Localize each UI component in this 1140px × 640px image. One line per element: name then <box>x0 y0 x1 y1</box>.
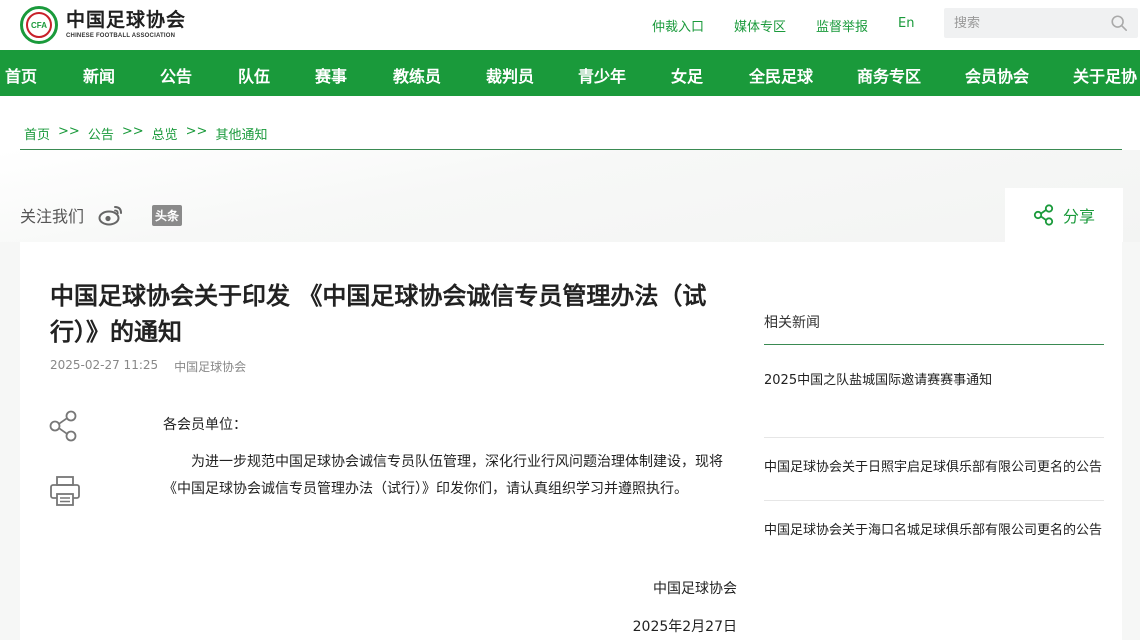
nav-youth[interactable]: 青少年 <box>578 63 626 87</box>
breadcrumb-sep: >> <box>121 124 144 139</box>
nav-news[interactable]: 新闻 <box>83 63 115 87</box>
search-box <box>944 8 1138 38</box>
top-link-english[interactable]: En <box>898 16 914 35</box>
share-label: 分享 <box>1062 207 1095 226</box>
toutiao-icon[interactable]: 头条 <box>152 204 183 226</box>
main-nav: 首页 新闻 公告 队伍 赛事 教练员 裁判员 青少年 女足 全民足球 商务专区 … <box>0 50 1140 96</box>
cfa-logo[interactable]: CFA 中国足球协会 CHINESE FOOTBALL ASSOCIATION <box>20 6 186 44</box>
breadcrumb-notices[interactable]: 公告 <box>88 124 114 143</box>
nav-coaches[interactable]: 教练员 <box>393 63 441 87</box>
nav-teams[interactable]: 队伍 <box>238 63 270 87</box>
breadcrumb-other-notices[interactable]: 其他通知 <box>215 124 267 143</box>
breadcrumb-divider <box>20 149 1122 150</box>
top-links: 仲裁入口 媒体专区 监督举报 En <box>652 16 945 35</box>
article-source: 中国足球协会 <box>174 360 247 374</box>
article-body: 各会员单位： 为进一步规范中国足球协会诚信专员队伍管理，深化行业行风问题治理体制… <box>163 412 737 503</box>
related-news-item[interactable]: 中国足球协会关于海口名城足球俱乐部有限公司更名的公告 <box>764 501 1104 563</box>
search-input[interactable] <box>944 15 1104 31</box>
article-paragraph: 为进一步规范中国足球协会诚信专员队伍管理，深化行业行风问题治理体制建设，现将《中… <box>163 454 723 497</box>
logo-title: 中国足球协会 <box>66 9 187 31</box>
signature-date: 2025年2月27日 <box>632 619 737 635</box>
nav-member-associations[interactable]: 会员协会 <box>965 63 1029 87</box>
emblem-text: CFA <box>31 20 47 30</box>
nav-events[interactable]: 赛事 <box>315 63 347 87</box>
related-news: 相关新闻 2025中国之队盐城国际邀请赛赛事通知 中国足球协会关于日照宇启足球俱… <box>764 312 1104 563</box>
related-news-item[interactable]: 2025中国之队盐城国际邀请赛赛事通知 <box>764 345 1104 438</box>
nav-notices[interactable]: 公告 <box>160 63 192 87</box>
nav-grassroots[interactable]: 全民足球 <box>749 63 813 87</box>
related-news-title: 相关新闻 <box>764 312 1104 345</box>
nav-about[interactable]: 关于足协 <box>1073 63 1137 87</box>
article-card: 中国足球协会关于印发 《中国足球协会诚信专员管理办法（试行）》的通知 2025-… <box>20 242 1122 640</box>
top-header: CFA 中国足球协会 CHINESE FOOTBALL ASSOCIATION … <box>0 0 1140 50</box>
nav-home[interactable]: 首页 <box>5 63 37 87</box>
breadcrumb-sep: >> <box>58 124 80 139</box>
logo-subtitle: CHINESE FOOTBALL ASSOCIATION <box>66 33 176 39</box>
share-icon <box>1033 204 1054 226</box>
breadcrumb-sep: >> <box>185 124 208 139</box>
top-link-report[interactable]: 监督举报 <box>816 16 868 35</box>
nav-referees[interactable]: 裁判员 <box>486 63 534 87</box>
follow-us-bar: 关注我们 头条 <box>20 203 183 227</box>
share-button[interactable]: 分享 <box>1005 188 1123 242</box>
search-icon[interactable] <box>1110 14 1128 32</box>
follow-us-label: 关注我们 <box>20 207 85 226</box>
article-date: 2025-02-27 11:25 <box>50 358 159 372</box>
article-meta: 2025-02-27 11:25 中国足球协会 <box>50 358 246 375</box>
print-icon[interactable] <box>48 474 82 508</box>
breadcrumb: 首页 >> 公告 >> 总览 >> 其他通知 <box>24 124 267 143</box>
decorative-stripe <box>0 150 1140 242</box>
breadcrumb-home[interactable]: 首页 <box>24 124 50 143</box>
nav-business[interactable]: 商务专区 <box>857 63 921 87</box>
article-title: 中国足球协会关于印发 《中国足球协会诚信专员管理办法（试行）》的通知 <box>50 282 707 346</box>
signature-org: 中国足球协会 <box>653 581 737 597</box>
related-news-item[interactable]: 中国足球协会关于日照宇启足球俱乐部有限公司更名的公告 <box>764 438 1104 501</box>
cfa-emblem-icon: CFA <box>20 6 58 44</box>
top-link-media[interactable]: 媒体专区 <box>734 16 786 35</box>
breadcrumb-overview[interactable]: 总览 <box>152 124 178 143</box>
nav-women[interactable]: 女足 <box>671 63 703 87</box>
article-salutation: 各会员单位： <box>163 417 247 433</box>
weibo-icon[interactable] <box>98 204 124 226</box>
share-icon[interactable] <box>48 410 80 442</box>
top-link-arbitration[interactable]: 仲裁入口 <box>652 16 704 35</box>
